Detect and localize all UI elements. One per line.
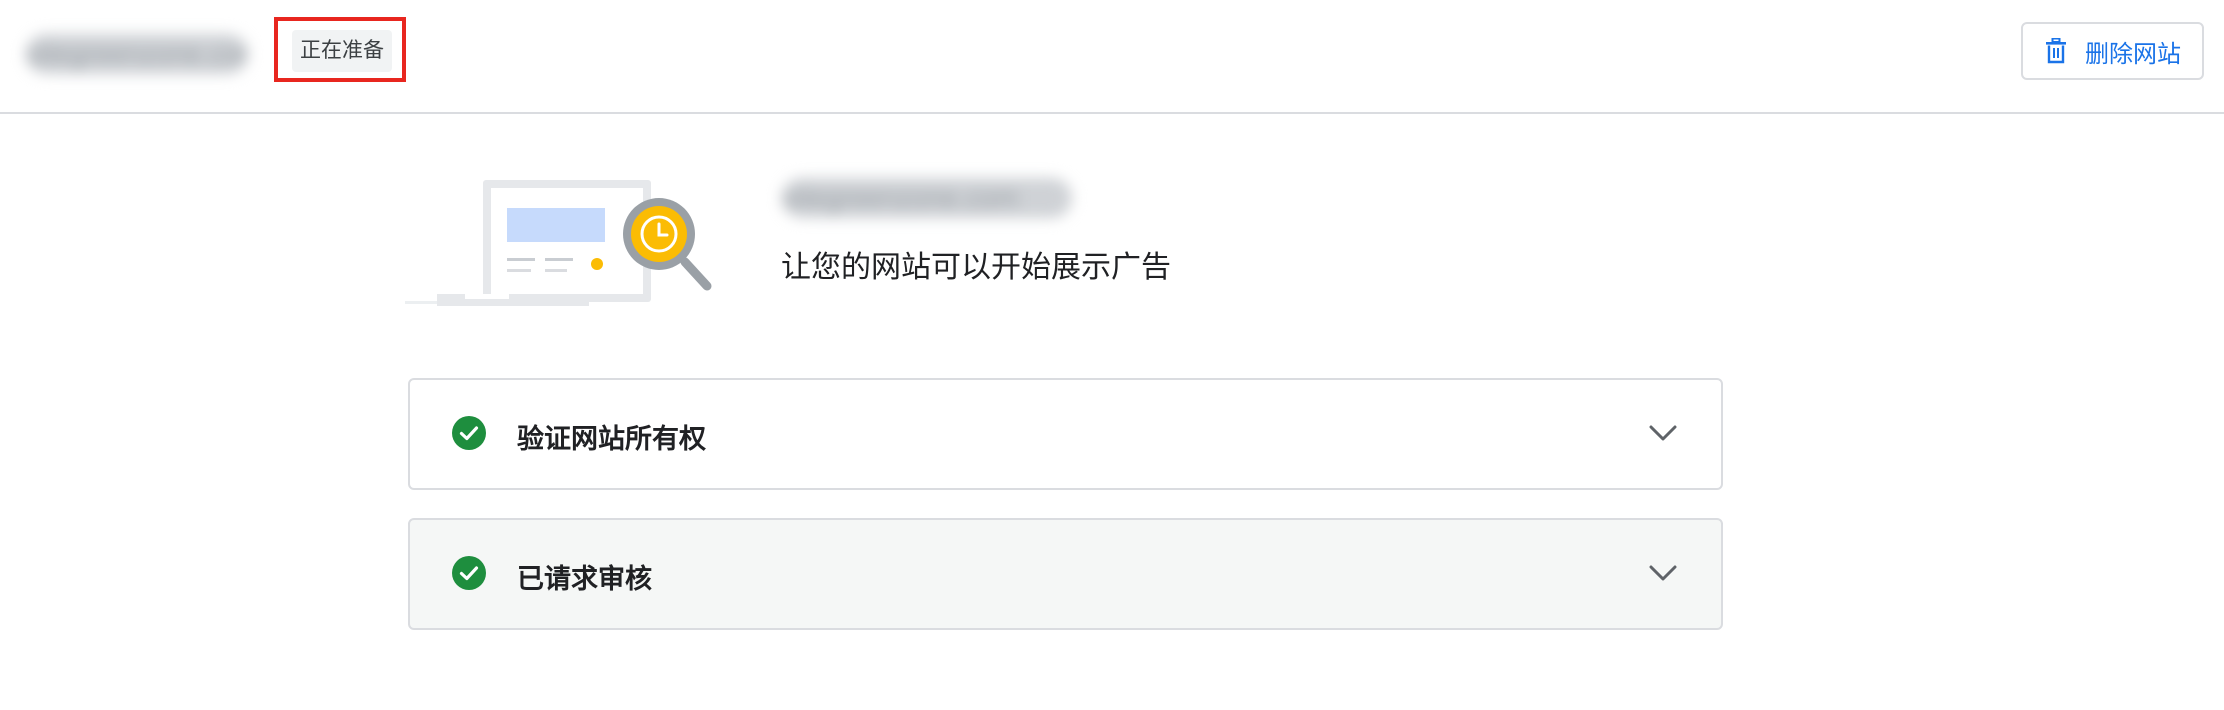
hero-site-name: sitegreenzone.com [782, 178, 1072, 218]
step-label: 验证网站所有权 [517, 424, 706, 454]
check-circle-icon [452, 556, 486, 590]
status-chip: 正在准备 [292, 30, 392, 72]
chevron-down-icon[interactable] [1648, 423, 1678, 443]
delete-site-label: 删除网站 [2085, 40, 2181, 68]
step-verify-ownership[interactable]: 验证网站所有权 [408, 378, 1723, 490]
site-review-illustration [405, 176, 715, 312]
step-review-requested[interactable]: 已请求审核 [408, 518, 1723, 630]
hero-subtitle: 让您的网站可以开始展示广告 [781, 251, 1171, 284]
trash-icon [2045, 37, 2067, 64]
chevron-down-icon[interactable] [1648, 563, 1678, 583]
check-circle-icon [452, 416, 486, 450]
top-bar: sitegreenzone.com 正在准备 删除网站 [0, 0, 2224, 114]
site-name: sitegreenzone.com [26, 34, 248, 74]
delete-site-button[interactable]: 删除网站 [2021, 22, 2204, 80]
step-label: 已请求审核 [517, 564, 652, 594]
